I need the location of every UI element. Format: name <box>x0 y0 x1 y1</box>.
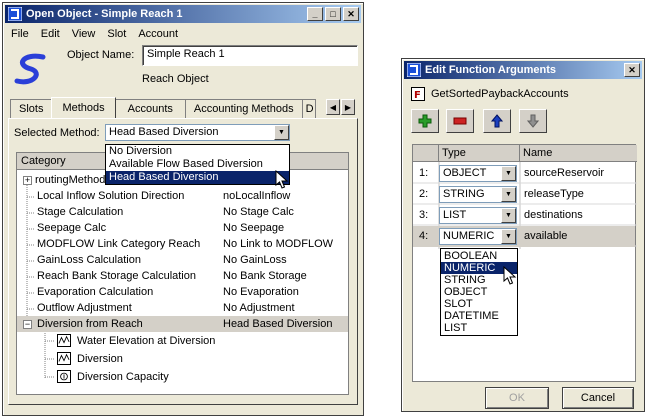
tab-d[interactable]: D <box>301 99 316 118</box>
close-icon: ✕ <box>347 8 355 19</box>
type-combo-3[interactable]: LIST ▼ <box>439 207 517 224</box>
menu-file[interactable]: File <box>5 28 35 40</box>
move-down-button[interactable] <box>519 109 547 133</box>
tree-row[interactable]: Outflow Adjustment No Adjustment <box>17 300 348 316</box>
maximize-button[interactable]: □ <box>325 7 341 21</box>
cursor-icon <box>503 266 517 285</box>
type-option[interactable]: OBJECT <box>441 286 517 298</box>
type-option[interactable]: SLOT <box>441 298 517 310</box>
object-type-label: Reach Object <box>142 73 209 85</box>
tree-row[interactable]: GainLoss Calculation No GainLoss <box>17 252 348 268</box>
tree-row[interactable]: Stage Calculation No Stage Calc <box>17 204 348 220</box>
tree-row[interactable]: Evaporation Calculation No Evaporation <box>17 284 348 300</box>
cursor-icon <box>275 170 289 189</box>
object-name-label: Object Name: <box>67 49 135 61</box>
slot-row[interactable]: Diversion Capacity <box>17 369 348 385</box>
tab-slots[interactable]: Slots <box>10 99 53 118</box>
menu-view[interactable]: View <box>66 28 102 40</box>
plus-icon <box>418 114 432 128</box>
series-slot-icon <box>57 334 71 347</box>
arrow-right-icon: ▶ <box>344 102 352 112</box>
arrow-left-icon: ◀ <box>329 102 337 112</box>
chevron-down-icon[interactable]: ▼ <box>501 229 516 244</box>
object-name-input[interactable]: Simple Reach 1 <box>142 45 358 66</box>
slot-row[interactable]: Water Elevation at Diversion <box>17 333 348 349</box>
menubar: File Edit View Slot Account <box>5 24 361 43</box>
tab-scroll-left-button[interactable]: ◀ <box>326 99 340 115</box>
args-window-titlebar[interactable]: Edit Function Arguments ✕ <box>404 61 642 79</box>
tab-accounting-methods[interactable]: Accounting Methods <box>184 99 303 118</box>
object-window-title: Open Object - Simple Reach 1 <box>26 8 183 20</box>
add-argument-button[interactable] <box>411 109 439 133</box>
function-icon: F <box>411 87 425 101</box>
type-dropdown-list: BOOLEAN NUMERIC STRING OBJECT SLOT DATET… <box>440 248 518 336</box>
args-window-title: Edit Function Arguments <box>425 64 556 76</box>
svg-text:F: F <box>414 90 421 101</box>
tree-row[interactable]: Seepage Calc No Seepage <box>17 220 348 236</box>
object-name-value: Simple Reach 1 <box>147 48 225 60</box>
menu-edit[interactable]: Edit <box>35 28 66 40</box>
method-dropdown-list: No Diversion Available Flow Based Divers… <box>105 144 290 185</box>
selected-method-combo[interactable]: Head Based Diversion ▼ <box>105 124 290 141</box>
minimize-icon: _ <box>312 8 318 19</box>
remove-argument-button[interactable] <box>446 109 474 133</box>
type-option[interactable]: BOOLEAN <box>441 250 517 262</box>
type-combo-4[interactable]: NUMERIC ▼ <box>439 228 517 245</box>
method-tree: Category + routingMethod Local Inflow So… <box>16 152 349 395</box>
chevron-down-icon[interactable]: ▼ <box>501 208 516 223</box>
selected-method-label: Selected Method: <box>14 127 100 139</box>
reach-icon <box>14 53 46 85</box>
tab-methods[interactable]: Methods <box>51 97 116 118</box>
collapse-icon[interactable]: − <box>23 320 32 329</box>
selected-method-value: Head Based Diversion <box>109 126 219 138</box>
move-up-button[interactable] <box>483 109 511 133</box>
expand-icon[interactable]: + <box>23 176 32 185</box>
scalar-slot-icon <box>57 370 71 383</box>
function-name: GetSortedPaybackAccounts <box>431 88 569 100</box>
tree-row[interactable]: Local Inflow Solution Direction noLocalIn… <box>17 188 348 204</box>
type-combo-2[interactable]: STRING ▼ <box>439 186 517 203</box>
object-window-titlebar[interactable]: Open Object - Simple Reach 1 _ □ ✕ <box>5 5 361 23</box>
args-close-button[interactable]: ✕ <box>624 63 640 77</box>
tree-row[interactable]: MODFLOW Link Category Reach No Link to MO… <box>17 236 348 252</box>
arrow-up-icon <box>491 114 503 128</box>
object-tabs: Slots Methods Accounts Accounting Method… <box>10 97 316 118</box>
method-option[interactable]: Available Flow Based Diversion <box>106 158 289 171</box>
window-icon <box>8 7 22 21</box>
tree-row[interactable]: Reach Bank Storage Calculation No Bank St… <box>17 268 348 284</box>
chevron-down-icon[interactable]: ▼ <box>274 125 289 140</box>
chevron-down-icon[interactable]: ▼ <box>501 187 516 202</box>
slot-row[interactable]: Diversion <box>17 351 348 367</box>
maximize-icon: □ <box>330 8 336 19</box>
type-combo-1[interactable]: OBJECT ▼ <box>439 165 517 182</box>
close-icon: ✕ <box>628 64 636 75</box>
tab-scroll-right-button[interactable]: ▶ <box>341 99 355 115</box>
cancel-button[interactable]: Cancel <box>562 387 634 409</box>
menu-slot[interactable]: Slot <box>101 28 132 40</box>
type-option[interactable]: DATETIME <box>441 310 517 322</box>
method-option[interactable]: No Diversion <box>106 145 289 158</box>
close-button[interactable]: ✕ <box>343 7 359 21</box>
chevron-down-icon[interactable]: ▼ <box>501 166 516 181</box>
method-option-selected[interactable]: Head Based Diversion <box>106 171 289 184</box>
window-icon <box>407 63 421 77</box>
minus-icon <box>453 117 467 125</box>
tree-row-selected[interactable]: − Diversion from Reach Head Based Divers… <box>17 316 348 332</box>
ok-button[interactable]: OK <box>485 387 549 409</box>
series-slot-icon <box>57 352 71 365</box>
type-option[interactable]: LIST <box>441 322 517 334</box>
arrow-down-icon <box>527 114 539 128</box>
menu-account[interactable]: Account <box>132 28 184 40</box>
minimize-button[interactable]: _ <box>307 7 323 21</box>
tab-accounts[interactable]: Accounts <box>114 99 186 118</box>
